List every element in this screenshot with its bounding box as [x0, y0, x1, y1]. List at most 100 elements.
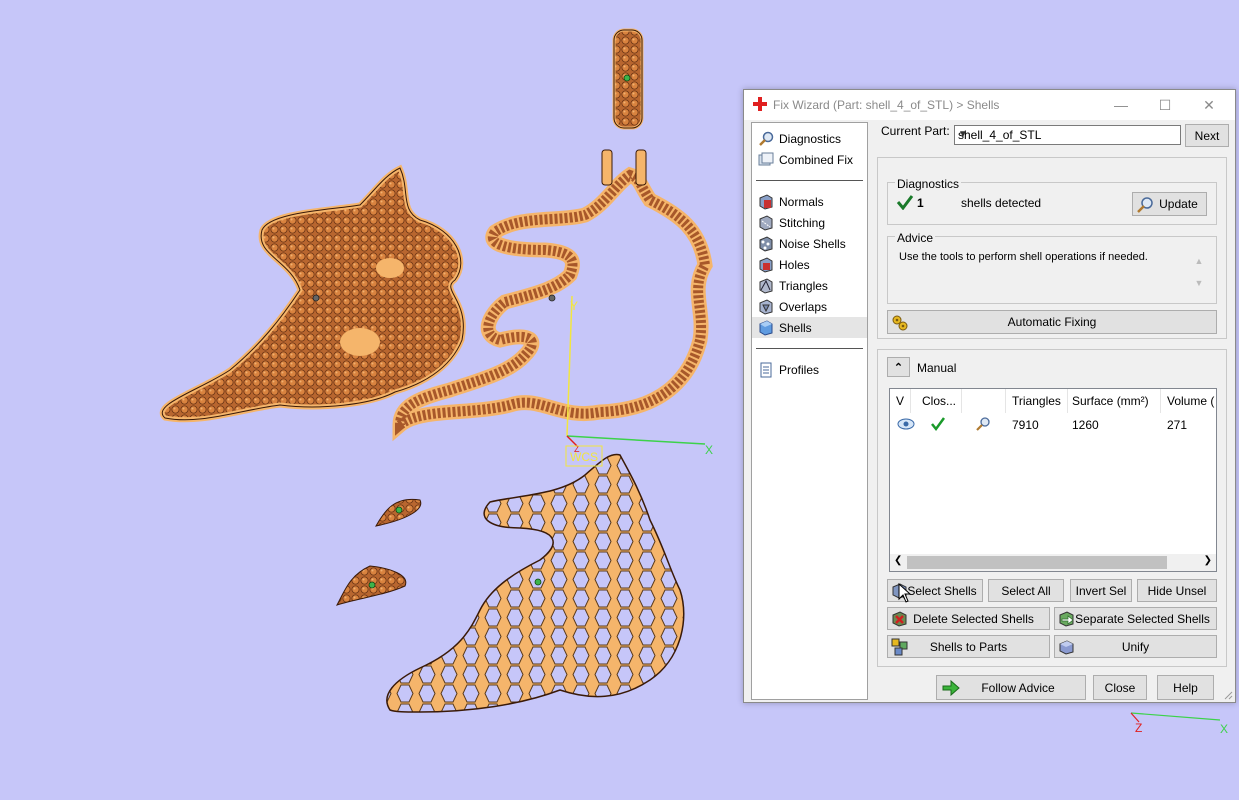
collapse-manual-button[interactable]: ⌃ [887, 357, 910, 377]
nav-item-profiles[interactable]: Profiles [752, 359, 867, 380]
select-all-button[interactable]: Select All [988, 579, 1064, 602]
shells-icon [759, 319, 773, 336]
model-shell-ring[interactable] [612, 28, 644, 130]
double-chevron-up-icon: ⌃ [893, 361, 904, 374]
close-button[interactable]: Close [1093, 675, 1147, 700]
current-part-label: Current Part: [881, 124, 950, 138]
overlaps-icon [759, 298, 773, 315]
nav-label: Triangles [779, 278, 828, 293]
unify-label: Unify [1121, 639, 1150, 654]
column-header-triangles[interactable]: Triangles [1006, 389, 1068, 413]
column-header-blank[interactable] [962, 389, 1006, 413]
nav-item-triangles[interactable]: Triangles [752, 275, 867, 296]
document-icon [760, 362, 772, 377]
nav-label: Stitching [779, 215, 826, 230]
model-shell-left[interactable] [159, 164, 466, 423]
delete-selected-shells-button[interactable]: Delete Selected Shells [887, 607, 1050, 630]
minimize-button[interactable]: — [1099, 90, 1143, 120]
update-label: Update [1159, 197, 1198, 211]
nav-item-shells[interactable]: Shells [752, 317, 867, 338]
axis-y-label: Y [570, 299, 578, 313]
column-header-closed[interactable]: Clos... [916, 389, 962, 413]
nav-label: Normals [779, 194, 824, 209]
cell-volume: 271 [1167, 418, 1188, 432]
manual-label: Manual [917, 361, 957, 375]
advice-group [887, 236, 1217, 304]
nav-item-combined-fix[interactable]: Combined Fix [752, 149, 867, 170]
close-window-button[interactable]: ✕ [1187, 90, 1231, 120]
update-button[interactable]: Update [1132, 192, 1207, 216]
red-cross-icon [753, 97, 767, 111]
column-header-volume[interactable]: Volume ( [1161, 389, 1216, 413]
table-horizontal-scrollbar[interactable]: ❮ ❯ [890, 554, 1216, 571]
advice-scrollbar[interactable]: ▲ ▼ [1193, 250, 1205, 296]
separate-selected-shells-button[interactable]: Separate Selected Shells [1054, 607, 1217, 630]
shells-to-parts-icon [891, 638, 908, 656]
noise-shells-icon [759, 235, 773, 252]
next-button[interactable]: Next [1185, 124, 1229, 147]
maximize-button[interactable]: ☐ [1143, 90, 1187, 120]
separate-shell-icon [1059, 611, 1074, 627]
select-shells-label: Select Shells [907, 583, 977, 598]
nav-item-diagnostics[interactable]: Diagnostics [752, 128, 867, 149]
nav-item-holes[interactable]: Holes [752, 254, 867, 275]
nav-item-overlaps[interactable]: Overlaps [752, 296, 867, 317]
normals-icon [759, 193, 773, 210]
column-header-surface[interactable]: Surface (mm²) [1066, 389, 1161, 413]
check-icon [896, 195, 914, 210]
shells-detected-count: 1 [917, 196, 924, 210]
help-button[interactable]: Help [1157, 675, 1214, 700]
shells-detected-text: shells detected [961, 196, 1042, 210]
follow-advice-button[interactable]: Follow Advice [936, 675, 1086, 700]
resize-grip-icon[interactable] [1223, 690, 1233, 700]
nav-separator [756, 180, 863, 181]
wcs-label: WCS [570, 450, 598, 464]
nav-label: Holes [779, 257, 810, 272]
stitching-icon [759, 214, 773, 231]
magnifier-icon[interactable] [975, 416, 991, 432]
unify-button[interactable]: Unify [1054, 635, 1217, 658]
follow-advice-label: Follow Advice [981, 680, 1055, 695]
magnifier-icon [1137, 197, 1153, 213]
invert-selection-button[interactable]: Invert Sel [1070, 579, 1132, 602]
automatic-fixing-button[interactable]: Automatic Fixing [887, 310, 1217, 334]
unify-icon [1059, 640, 1074, 655]
mouse-cursor-icon [898, 583, 912, 603]
model-shell-small-1[interactable] [375, 498, 422, 527]
current-part-select[interactable]: shell_4_of_STL ▼ [954, 125, 1181, 145]
cell-surface: 1260 [1072, 418, 1099, 432]
column-header-visible[interactable]: V [890, 389, 911, 413]
automatic-fixing-label: Automatic Fixing [1007, 315, 1097, 329]
green-arrow-icon [942, 679, 960, 697]
cell-triangles: 7910 [1012, 418, 1039, 432]
nav-item-stitching[interactable]: Stitching [752, 212, 867, 233]
nav-label: Noise Shells [779, 236, 846, 251]
model-shell-small-2[interactable] [335, 565, 407, 606]
diagnostics-group-label: Diagnostics [895, 177, 962, 191]
nav-label: Combined Fix [779, 152, 854, 167]
scroll-left-icon[interactable]: ❮ [894, 555, 902, 566]
nav-label: Profiles [779, 362, 820, 377]
delete-selected-label: Delete Selected Shells [913, 611, 1034, 626]
shells-to-parts-label: Shells to Parts [929, 639, 1008, 654]
shells-table[interactable]: V Clos... Triangles Surface (mm²) Volume… [889, 388, 1217, 572]
nav-item-noise-shells[interactable]: Noise Shells [752, 233, 867, 254]
nav-item-normals[interactable]: Normals [752, 191, 867, 212]
magnifier-icon [759, 131, 774, 146]
layers-icon [758, 152, 774, 165]
separate-selected-label: Separate Selected Shells [1075, 611, 1210, 626]
dialog-titlebar[interactable]: Fix Wizard (Part: shell_4_of_STL) > Shel… [744, 90, 1235, 120]
wizard-nav-panel: Diagnostics Combined Fix Normals Stitchi… [751, 122, 868, 700]
nav-label: Shells [779, 320, 812, 335]
fix-wizard-dialog: Fix Wizard (Part: shell_4_of_STL) > Shel… [743, 89, 1236, 703]
eye-icon[interactable] [897, 418, 915, 430]
advice-text: Use the tools to perform shell operation… [899, 251, 1148, 263]
chevron-down-icon: ▼ [958, 129, 968, 140]
scroll-right-icon[interactable]: ❯ [1204, 555, 1212, 566]
shells-to-parts-button[interactable]: Shells to Parts [887, 635, 1050, 658]
dialog-title: Fix Wizard (Part: shell_4_of_STL) > Shel… [773, 98, 1000, 112]
hide-unselected-button[interactable]: Hide Unsel [1137, 579, 1217, 602]
scrollbar-thumb[interactable] [907, 556, 1167, 569]
model-shell-honeycomb[interactable] [386, 453, 685, 713]
corner-axis-x-label: X [1220, 722, 1228, 736]
